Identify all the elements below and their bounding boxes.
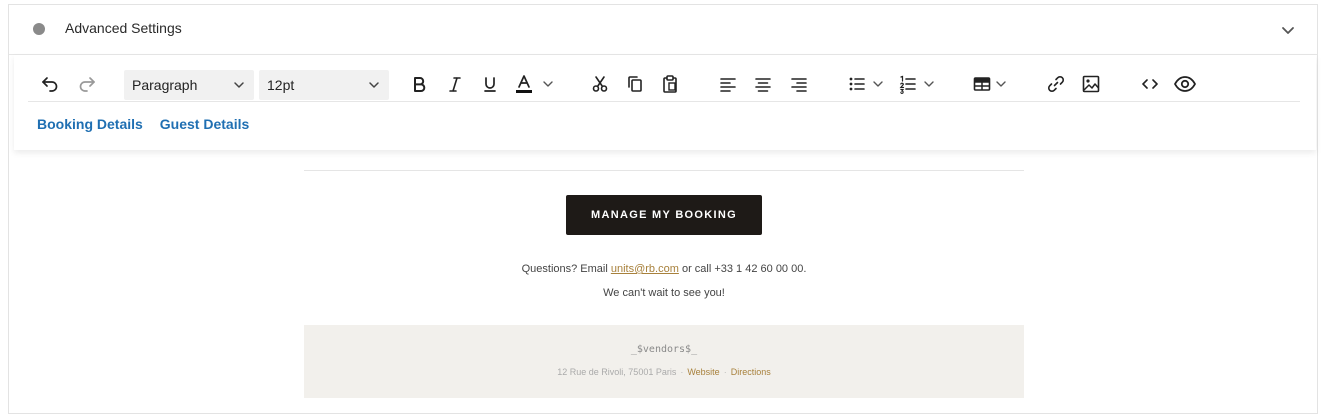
editor-toolbar: Paragraph 12pt [28,67,1300,102]
email-footer: _$vendors$_ 12 Rue de Rivoli, 75001 Pari… [304,325,1024,398]
questions-suffix: or call +33 1 42 60 00 00. [678,263,807,275]
chevron-down-icon [369,82,379,88]
chevron-down-icon [924,81,934,87]
numbered-list-button[interactable] [894,69,940,99]
directions-link[interactable]: Directions [731,367,771,377]
advanced-settings-title: Advanced Settings [65,20,182,36]
link-icon [1047,75,1065,93]
website-link[interactable]: Website [687,367,719,377]
chevron-down-icon[interactable] [1279,21,1297,39]
status-dot-icon [33,23,45,35]
footer-address: 12 Rue de Rivoli, 75001 Paris [557,367,677,377]
merge-tag-booking-details[interactable]: Booking Details [37,116,143,132]
contact-email-link[interactable]: units@rb.com [611,263,679,275]
font-size-select[interactable]: 12pt [259,70,389,100]
separator: · [723,367,727,377]
block-format-select[interactable]: Paragraph [124,70,254,100]
block-format-value: Paragraph [132,77,198,93]
advanced-settings-header[interactable]: Advanced Settings [9,5,1317,55]
align-right-icon [791,78,807,92]
italic-button[interactable] [441,69,469,99]
chevron-down-icon [873,81,883,87]
bullet-list-icon [849,77,865,91]
undo-icon [42,77,58,92]
settings-panel: Advanced Settings Paragraph 12pt Booking… [8,4,1318,414]
underline-icon [484,77,496,92]
align-center-button[interactable] [749,69,777,99]
redo-button[interactable] [73,69,101,99]
bullet-list-button[interactable] [843,69,889,99]
cut-icon [592,76,608,92]
table-icon [973,77,991,91]
preview-button[interactable] [1171,69,1199,99]
bold-icon [414,77,426,92]
separator: · [680,367,684,377]
redo-icon [79,77,95,92]
align-left-icon [720,78,736,92]
font-size-value: 12pt [267,77,295,93]
align-center-icon [755,78,771,92]
code-icon [1142,79,1158,89]
paste-button[interactable] [656,69,684,99]
image-icon [1082,75,1100,93]
align-right-button[interactable] [785,69,813,99]
copy-button[interactable] [621,69,649,99]
numbered-list-icon [899,75,916,94]
copy-icon [628,76,642,92]
manage-booking-button[interactable]: MANAGE MY BOOKING [566,195,762,235]
link-button[interactable] [1042,69,1070,99]
source-code-button[interactable] [1136,69,1164,99]
preview-icon [1173,76,1197,92]
underline-button[interactable] [476,69,504,99]
footer-address-line: 12 Rue de Rivoli, 75001 Paris · Website · Di… [304,367,1024,377]
chevron-down-icon [234,82,244,88]
chevron-down-icon [543,81,553,87]
text-color-icon [516,75,532,93]
content-divider [304,170,1024,171]
merge-tag-bar: Booking Details Guest Details [37,116,249,132]
undo-button[interactable] [36,69,64,99]
text-color-button[interactable] [511,69,557,99]
cut-button[interactable] [586,69,614,99]
align-left-button[interactable] [714,69,742,99]
bold-button[interactable] [405,69,433,99]
vendor-placeholder: _$vendors$_ [630,344,698,355]
merge-tag-guest-details[interactable]: Guest Details [160,116,249,132]
rich-text-editor: Paragraph 12pt Booking Details Guest Det… [14,55,1316,150]
closing-line: We can't wait to see you! [603,287,725,299]
image-button[interactable] [1077,69,1105,99]
questions-prefix: Questions? Email [521,263,611,275]
chevron-down-icon [996,81,1006,87]
table-button[interactable] [967,69,1013,99]
paste-icon [663,75,677,93]
questions-line: Questions? Email units@rb.com or call +3… [304,263,1024,275]
italic-icon [449,77,461,92]
